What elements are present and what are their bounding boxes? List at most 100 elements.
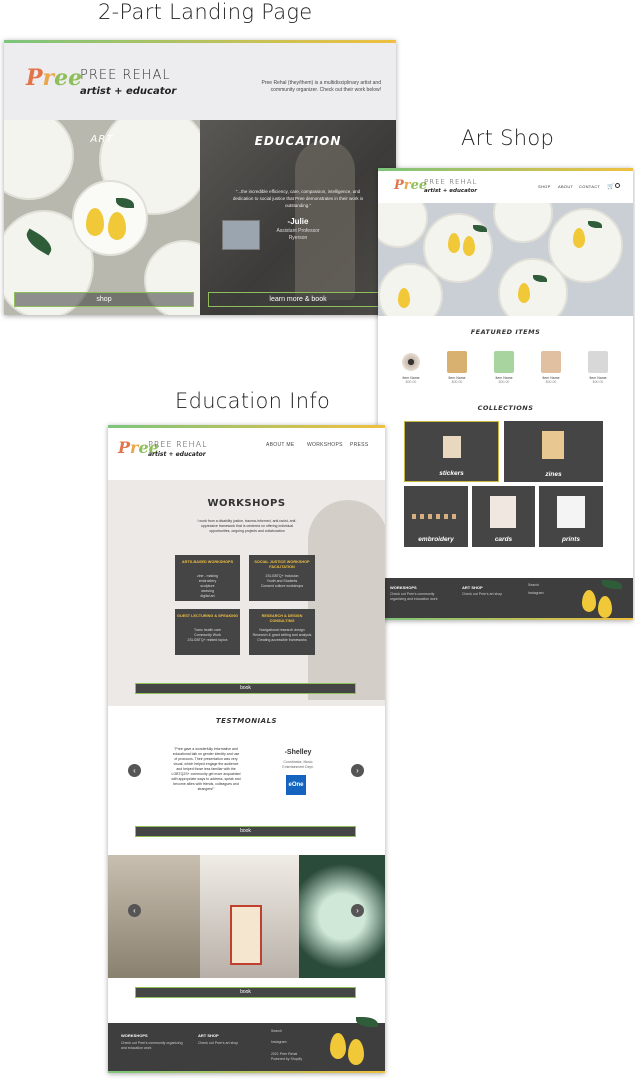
mango-image xyxy=(448,233,460,253)
search-icon[interactable] xyxy=(615,183,620,188)
education-panel[interactable]: EDUCATION "...the incredible efficiency,… xyxy=(200,120,396,315)
brand-name: PREE REHAL xyxy=(148,440,208,449)
item-thumbnail xyxy=(494,351,514,373)
footer-instagram-link[interactable]: Instagram xyxy=(271,1040,287,1045)
nav-workshops[interactable]: WORKSHOPS xyxy=(307,442,343,448)
box-desc: 2SLGBTQ+ Inclusion Youth and Students Co… xyxy=(260,574,304,588)
stickers-image xyxy=(443,436,461,458)
footer-workshops-title[interactable]: WORKSHOPS xyxy=(121,1033,148,1038)
collection-label: prints xyxy=(561,536,581,543)
featured-item[interactable]: Item Name $00.00 xyxy=(396,351,426,384)
nav-press[interactable]: PRESS xyxy=(350,442,368,448)
collection-prints[interactable]: prints xyxy=(539,486,603,547)
testimonial-prev-arrow[interactable]: ‹ xyxy=(128,764,141,777)
shop-button[interactable]: shop xyxy=(14,292,194,307)
item-price: $00.00 xyxy=(498,380,510,384)
gallery-prev-arrow[interactable]: ‹ xyxy=(128,904,141,917)
workshop-box-research[interactable]: RESEARCH & DESIGN CONSULTING Navigationa… xyxy=(249,609,315,655)
book-button[interactable]: book xyxy=(135,987,356,998)
box-desc: zine - making embroidery sculpture weavi… xyxy=(197,574,218,598)
gallery-photo xyxy=(299,855,385,978)
footer-artshop-title[interactable]: ART SHOP xyxy=(462,585,483,590)
box-title: ARTS-BASED WORKSHOPS xyxy=(181,560,234,564)
sign-image xyxy=(230,905,262,965)
learn-more-button[interactable]: learn more & book xyxy=(208,292,388,307)
photo-gallery: ‹ › xyxy=(108,855,385,978)
plate-image xyxy=(378,203,428,248)
nav-shop[interactable]: SHOP xyxy=(538,184,551,189)
workshop-box-social-justice[interactable]: SOCIAL JUSTICE WORKSHOP FACILITATION 2SL… xyxy=(249,555,315,601)
zines-image xyxy=(542,431,564,459)
gallery-photo xyxy=(200,855,299,978)
speaker-photo xyxy=(308,500,385,700)
leaf-image xyxy=(602,580,622,589)
featured-item[interactable]: Item Name $00.00 xyxy=(536,351,566,384)
mango-image xyxy=(330,1033,346,1059)
intro-text: Pree Rehal (they/them) is a multidiscipl… xyxy=(261,80,382,93)
footer-artshop-title[interactable]: ART SHOP xyxy=(198,1033,219,1038)
plate-image xyxy=(493,203,553,243)
item-price: $00.00 xyxy=(545,380,557,384)
cart-icon[interactable]: 🛒 xyxy=(607,183,614,190)
shop-header: Pree PREE REHAL artist + educator SHOP A… xyxy=(378,171,633,203)
mango-image xyxy=(518,283,530,303)
education-title: EDUCATION xyxy=(254,134,342,148)
brand-tagline: artist + educator xyxy=(80,86,177,97)
footer-search-link[interactable]: Search xyxy=(271,1029,282,1034)
collection-cards[interactable]: cards xyxy=(472,486,535,547)
shop-mockup: Pree PREE REHAL artist + educator SHOP A… xyxy=(378,168,633,620)
item-thumbnail xyxy=(588,351,608,373)
nav-about[interactable]: ABOUT xyxy=(558,184,573,189)
brand-name: PREE REHAL xyxy=(80,68,171,83)
education-mockup: Pree PREE REHAL artist + educator ABOUT … xyxy=(108,425,385,1073)
item-price: $00.00 xyxy=(451,380,463,384)
item-thumbnail xyxy=(401,351,421,373)
landing-header: Pree PREE REHAL artist + educator Pree R… xyxy=(4,43,396,120)
quote-org: Ryerson xyxy=(288,235,308,241)
quote-role: Assistant Professor xyxy=(276,228,320,234)
footer-copyright: 2021 Pree Rehal Powered by Shopify xyxy=(271,1052,303,1061)
collection-zines[interactable]: zines xyxy=(504,421,603,482)
book-button[interactable]: book xyxy=(135,683,356,694)
mango-image xyxy=(582,590,596,612)
pree-logo[interactable]: Pree xyxy=(394,178,427,193)
footer-workshops-title[interactable]: WORKSHOPS xyxy=(390,585,417,590)
plate-image xyxy=(4,120,74,200)
pree-logo[interactable]: Pree xyxy=(26,65,82,91)
art-panel[interactable]: ART shop xyxy=(4,120,200,315)
featured-item[interactable]: Item Name $00.00 xyxy=(489,351,519,384)
collection-label: zines xyxy=(545,471,562,478)
featured-title: FEATURED ITEMS xyxy=(470,328,541,336)
footer-search-link[interactable]: Search xyxy=(528,583,539,588)
box-desc: Trans health care Community Work 2SLGBTQ… xyxy=(187,628,228,642)
item-price: $00.00 xyxy=(405,380,417,384)
footer-instagram-link[interactable]: Instagram xyxy=(528,591,544,596)
book-button[interactable]: book xyxy=(135,826,356,837)
brand-tagline: artist + educator xyxy=(148,451,206,458)
testimonial-quote: "Pree gave a wonderfully informative and… xyxy=(171,747,241,791)
workshop-box-lecturing[interactable]: GUEST LECTURING & SPEAKING Trans health … xyxy=(175,609,240,655)
workshops-section: WORKSHOPS I work from a disability justi… xyxy=(108,480,385,706)
collection-stickers[interactable]: stickers xyxy=(404,421,499,482)
nav-about-me[interactable]: ABOUT ME xyxy=(266,442,294,448)
box-desc: Navigational research design Research & … xyxy=(252,628,312,642)
footer-artshop-text: Check out Pree's art shop xyxy=(462,592,503,596)
shop-hero xyxy=(378,203,633,316)
testimonial-next-arrow[interactable]: › xyxy=(351,764,364,777)
item-price: $00.00 xyxy=(592,380,604,384)
education-heading: Education Info xyxy=(175,389,331,413)
featured-item[interactable]: Item Name $00.00 xyxy=(442,351,472,384)
workshop-box-arts[interactable]: ARTS-BASED WORKSHOPS zine - making embro… xyxy=(175,555,240,601)
collection-embroidery[interactable]: embroidery xyxy=(404,486,468,547)
nav-contact[interactable]: CONTACT xyxy=(579,184,600,189)
testimonials-title: TESTMONIALS xyxy=(215,717,278,725)
education-header: Pree PREE REHAL artist + educator ABOUT … xyxy=(108,428,385,480)
gallery-next-arrow[interactable]: › xyxy=(351,904,364,917)
shop-footer: WORKSHOPS Check out Pree's community org… xyxy=(378,578,633,620)
quote-text: "...the incredible efficiency, care, com… xyxy=(232,189,364,208)
education-footer: WORKSHOPS Check out Pree's community org… xyxy=(108,1017,385,1071)
box-title: GUEST LECTURING & SPEAKING xyxy=(177,614,238,618)
featured-item[interactable]: Item Name $00.00 xyxy=(583,351,613,384)
art-title: ART xyxy=(90,134,114,145)
footer-bottom-bar xyxy=(378,618,633,620)
